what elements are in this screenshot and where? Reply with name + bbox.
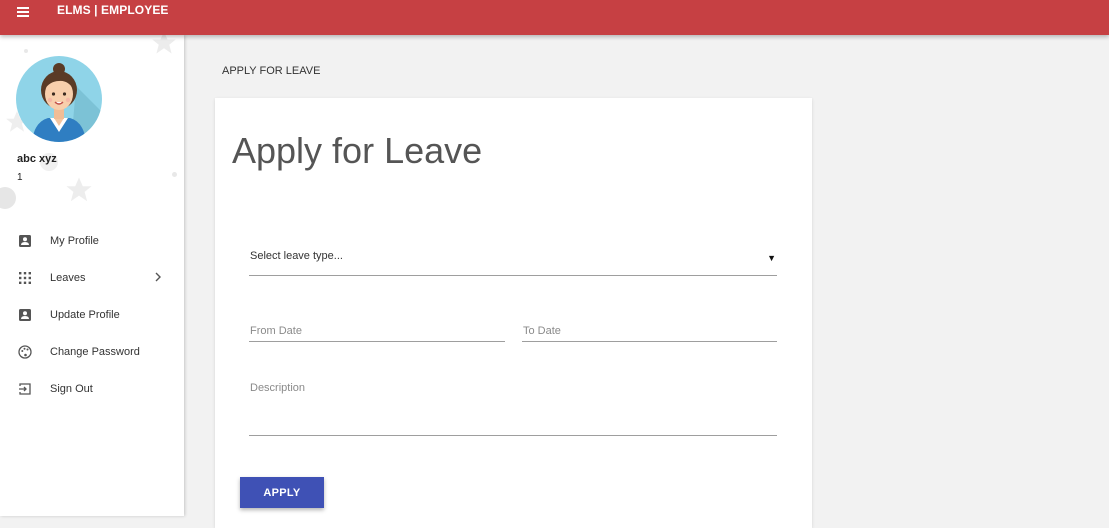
hamburger-icon[interactable] xyxy=(17,5,31,19)
account-box-icon xyxy=(19,234,31,247)
sidebar-item-label: Leaves xyxy=(50,271,86,284)
sidebar-item-label: Change Password xyxy=(50,345,140,358)
leave-type-value: Select leave type... xyxy=(250,250,343,262)
sidebar-item-label: Update Profile xyxy=(50,308,120,321)
exit-icon xyxy=(19,382,31,395)
description-input[interactable] xyxy=(249,371,777,435)
apps-grid-icon xyxy=(19,271,31,284)
avatar xyxy=(16,56,102,142)
apply-leave-card: Apply for Leave Select leave type... ▼ A… xyxy=(215,98,812,528)
palette-icon xyxy=(18,344,32,359)
user-id: 1 xyxy=(17,172,23,183)
sidebar-item-sign-out[interactable]: Sign Out xyxy=(0,370,184,407)
description-field xyxy=(249,371,777,436)
user-name: abc xyz xyxy=(17,153,57,165)
sidebar-item-leaves[interactable]: Leaves xyxy=(0,259,184,296)
dot-decoration xyxy=(24,49,28,53)
sidebar-item-change-password[interactable]: Change Password xyxy=(0,333,184,370)
to-date-input[interactable] xyxy=(522,309,777,341)
star-decoration-icon xyxy=(152,35,176,54)
sidebar-item-update-profile[interactable]: Update Profile xyxy=(0,296,184,333)
sidebar-nav: My Profile Leaves Update Profile Change … xyxy=(0,222,184,407)
breadcrumb: APPLY FOR LEAVE xyxy=(222,65,321,77)
from-date-field xyxy=(249,309,505,342)
user-profile-area: abc xyz 1 xyxy=(0,35,184,220)
to-date-field xyxy=(522,309,777,342)
sidebar-item-my-profile[interactable]: My Profile xyxy=(0,222,184,259)
star-decoration-icon xyxy=(66,177,92,202)
apply-button[interactable]: APPLY xyxy=(240,477,324,508)
from-date-input[interactable] xyxy=(249,309,505,341)
dot-decoration xyxy=(0,187,16,209)
sidebar: abc xyz 1 My Profile Leaves Update Profi… xyxy=(0,35,184,516)
app-brand: ELMS | EMPLOYEE xyxy=(57,3,169,17)
leave-type-select[interactable]: Select leave type... ▼ xyxy=(249,245,777,276)
chevron-right-icon[interactable] xyxy=(152,271,164,283)
sidebar-item-label: Sign Out xyxy=(50,382,93,395)
sidebar-item-label: My Profile xyxy=(50,234,99,247)
page-title: Apply for Leave xyxy=(232,130,483,171)
dot-decoration xyxy=(172,172,177,177)
top-app-bar: ELMS | EMPLOYEE xyxy=(0,0,1109,35)
account-box-icon xyxy=(19,308,31,321)
caret-down-icon: ▼ xyxy=(767,253,776,263)
